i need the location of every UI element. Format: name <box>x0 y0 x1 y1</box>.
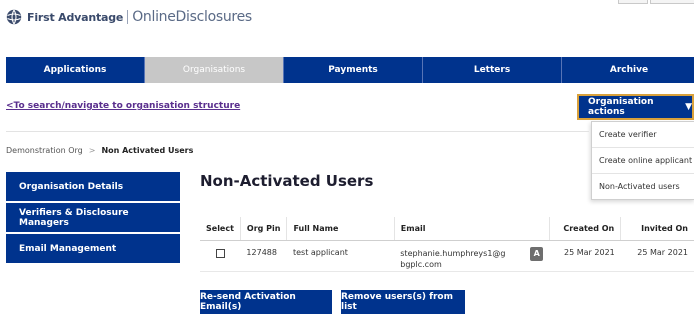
page-title: Non-Activated Users <box>200 172 374 190</box>
row-select-cell <box>200 240 241 272</box>
back-to-search-link[interactable]: <To search/navigate to organisation stru… <box>6 101 240 111</box>
row-select-checkbox[interactable] <box>215 248 225 258</box>
email-cell: stephanie.humphreys1@gbgplc.com A <box>394 240 550 272</box>
breadcrumb-separator-icon: > <box>88 146 96 155</box>
tab-organisations[interactable]: Organisations <box>145 57 284 83</box>
menu-item-create-online-applicant[interactable]: Create online applicant <box>592 148 694 174</box>
invited-on-cell: 25 Mar 2021 <box>620 240 694 272</box>
globe-logo-icon <box>6 9 22 25</box>
breadcrumb-current: Non Activated Users <box>101 146 194 155</box>
top-right-control[interactable] <box>618 0 648 4</box>
column-header-invited-on: Invited On <box>620 217 694 241</box>
users-table: Select Org Pin Full Name Email Created O… <box>200 217 694 272</box>
brand-name: First Advantage <box>27 10 124 24</box>
organisation-actions-label: Organisation actions <box>588 97 654 117</box>
table-row: 127488 test applicant stephanie.humphrey… <box>200 240 694 272</box>
column-header-full-name: Full Name <box>286 217 395 241</box>
sidebar-item-verifiers-disclosure-managers[interactable]: Verifiers & Disclosure Managers <box>6 203 180 232</box>
sidebar-item-email-management[interactable]: Email Management <box>6 234 180 263</box>
organisation-actions-button[interactable]: Organisation actions ▼ <box>577 94 694 120</box>
column-header-email: Email <box>394 217 550 241</box>
tab-payments[interactable]: Payments <box>284 57 423 83</box>
breadcrumb: Demonstration Org > Non Activated Users <box>6 146 193 155</box>
menu-item-create-verifier[interactable]: Create verifier <box>592 122 694 148</box>
caret-down-icon: ▼ <box>685 102 692 112</box>
menu-item-non-activated-users[interactable]: Non-Activated users <box>592 174 694 199</box>
full-name-cell: test applicant <box>286 240 395 272</box>
resend-activation-email-button[interactable]: Re-send Activation Email(s) <box>200 290 332 314</box>
column-header-org-pin: Org Pin <box>240 217 288 241</box>
product-name: OnlineDisclosures <box>132 9 252 25</box>
sidebar-item-organisation-details[interactable]: Organisation Details <box>6 172 180 201</box>
column-header-created-on: Created On <box>549 217 622 241</box>
column-header-select: Select <box>200 217 241 241</box>
tab-applications[interactable]: Applications <box>6 57 145 83</box>
logo-divider <box>127 10 129 24</box>
org-pin-cell: 127488 <box>240 240 287 272</box>
email-text: stephanie.humphreys1@gbgplc.com <box>400 248 506 269</box>
brand-logo[interactable]: First Advantage OnlineDisclosures <box>6 8 252 26</box>
top-right-control-2[interactable] <box>650 0 694 4</box>
created-on-cell: 25 Mar 2021 <box>549 240 621 272</box>
table-header-row: Select Org Pin Full Name Email Created O… <box>200 217 694 241</box>
main-nav: Applications Organisations Payments Lett… <box>6 57 694 83</box>
breadcrumb-parent[interactable]: Demonstration Org <box>6 146 83 155</box>
applicant-badge: A <box>530 246 544 261</box>
remove-users-button[interactable]: Remove users(s) from list <box>341 290 465 314</box>
tab-archive[interactable]: Archive <box>562 57 694 83</box>
divider <box>6 131 589 132</box>
organisation-actions-menu: Create verifier Create online applicant … <box>591 121 694 200</box>
tab-letters[interactable]: Letters <box>423 57 562 83</box>
sidebar: Organisation Details Verifiers & Disclos… <box>6 172 180 265</box>
